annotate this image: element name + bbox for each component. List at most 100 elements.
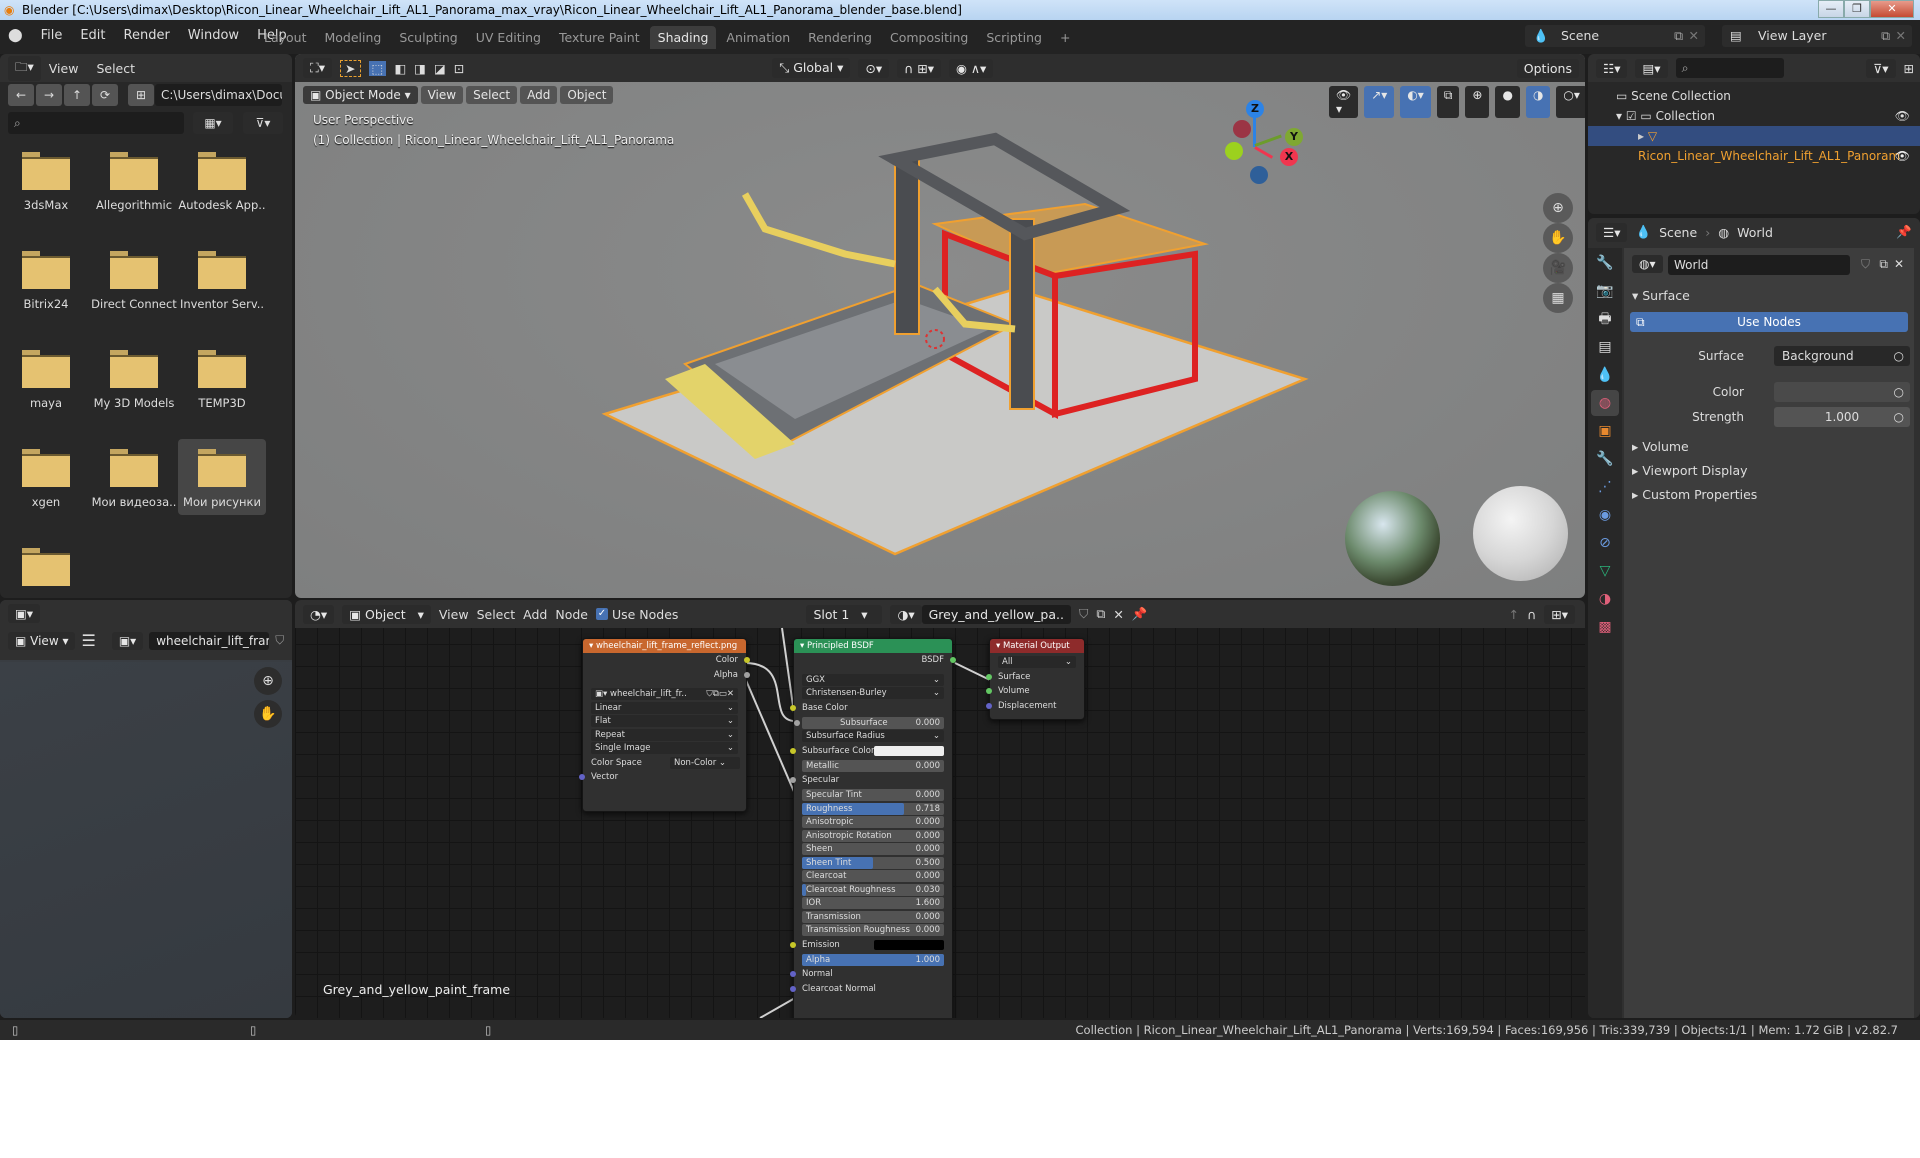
socket-color[interactable] — [744, 657, 750, 663]
tab-view-layer-icon[interactable]: ▤ — [1591, 334, 1619, 360]
folder-item[interactable]: 3dsMax — [2, 142, 90, 218]
tab-tool-icon[interactable]: 🔧 — [1591, 250, 1619, 276]
select-extend-icon[interactable]: ◧ — [394, 61, 406, 76]
outliner-filter-icon[interactable]: ⊽▾ — [1866, 58, 1896, 78]
subsurface-slider[interactable]: Subsurface 0.000 — [794, 716, 944, 729]
tab-texture-icon[interactable]: ▩ — [1591, 614, 1619, 640]
ie-view-menu[interactable]: ▣ View ▾ — [8, 631, 76, 650]
output-node-header[interactable]: ▾ Material Output — [990, 639, 1084, 653]
visibility-eye-icon[interactable]: 👁 — [1895, 146, 1910, 166]
principled-bsdf-node[interactable]: ▾ Principled BSDF BSDF GGX ⌄ Christensen-… — [790, 638, 956, 1018]
pin-icon[interactable]: 📌 — [1896, 224, 1912, 240]
specular-tint-slider[interactable]: Specular Tint 0.000 — [802, 789, 944, 801]
tab-constraints-icon[interactable]: ⊘ — [1591, 530, 1619, 556]
bsdf-node-header[interactable]: ▾ Principled BSDF — [794, 639, 952, 653]
view-layer-selector[interactable]: ▤ View Layer ⧉ ✕ — [1722, 25, 1912, 47]
vp-menu-select[interactable]: Select — [466, 86, 518, 104]
volume-panel-header[interactable]: ▸ Volume — [1624, 435, 1914, 459]
outliner-collection[interactable]: ▾ ☑ ▭ Collection 👁 — [1588, 106, 1920, 126]
new-view-layer-icon[interactable]: ⧉ — [1881, 25, 1890, 47]
tab-scripting[interactable]: Scripting — [978, 26, 1050, 49]
tab-compositing[interactable]: Compositing — [882, 26, 976, 49]
editor-type-outliner-icon[interactable]: ☷▾ — [1596, 58, 1628, 78]
orientation-dropdown[interactable]: ⤡ Global ▾ — [772, 58, 851, 78]
select-box-mode-icon[interactable]: ⬚ — [368, 60, 387, 76]
scene-selector[interactable]: 💧 Scene ⧉ ✕ — [1525, 25, 1705, 47]
expand-arrow-icon[interactable]: ▸ — [1638, 129, 1648, 143]
menu-file[interactable]: File — [41, 28, 63, 43]
fb-search-input[interactable]: ⌕ — [8, 112, 184, 134]
tab-sculpting[interactable]: Sculpting — [391, 26, 465, 49]
xray-toggle-icon[interactable]: ⧉ — [1436, 86, 1460, 118]
tab-modifiers-icon[interactable]: 🔧 — [1591, 446, 1619, 472]
pan-view-icon[interactable]: ✋ — [1543, 223, 1573, 253]
image-node-header[interactable]: ▾ wheelchair_lift_frame_reflect.png — [583, 639, 746, 653]
socket-subsurface-color[interactable] — [790, 747, 796, 754]
gizmo-y-axis[interactable]: Y — [1285, 128, 1303, 146]
delete-scene-icon[interactable]: ✕ — [1689, 25, 1699, 47]
hamburger-menu-icon[interactable]: ☰ — [81, 631, 95, 650]
fb-path-field[interactable]: C:\Users\dimax\Docu.. — [155, 84, 282, 106]
sheen-slider[interactable]: Sheen 0.000 — [802, 843, 944, 855]
socket-alpha[interactable] — [744, 671, 750, 678]
tab-rendering[interactable]: Rendering — [800, 26, 880, 49]
image-selector[interactable]: ▣▾ wheelchair_lift_fr.. ⛉⧉▭✕ — [591, 688, 738, 700]
surface-shader-dropdown[interactable]: Background ○ — [1774, 346, 1910, 366]
editor-type-properties-icon[interactable]: ☰▾ — [1596, 222, 1628, 242]
anisotropic-slider[interactable]: Anisotropic 0.000 — [802, 816, 944, 828]
gizmo-neg-z[interactable] — [1250, 166, 1268, 184]
outliner-search-input[interactable]: ⌕ — [1675, 58, 1784, 78]
minimize-button[interactable]: — — [1818, 0, 1844, 18]
anisotropic-rotation-slider[interactable]: Anisotropic Rotation 0.000 — [802, 829, 944, 842]
fb-menu-select[interactable]: Select — [96, 61, 135, 76]
pan-hand-icon[interactable]: ✋ — [254, 700, 282, 728]
zoom-view-icon[interactable]: ⊕ — [1543, 193, 1573, 223]
folder-item[interactable]: maya — [2, 340, 90, 416]
forward-icon[interactable]: → — [36, 84, 62, 106]
extension-dropdown[interactable]: Repeat ⌄ — [591, 728, 738, 741]
close-button[interactable]: ✕ — [1870, 0, 1914, 18]
socket-clearcoat-normal[interactable] — [790, 985, 796, 992]
world-browse-icon[interactable]: ◍▾ — [1632, 255, 1663, 273]
output-target-dropdown[interactable]: All ⌄ — [998, 656, 1076, 668]
sheen-tint-slider[interactable]: Sheen Tint 0.500 — [802, 856, 944, 869]
emission-color-swatch[interactable] — [874, 939, 944, 950]
folder-item[interactable]: Inventor Serv.. — [178, 241, 266, 317]
gizmo-neg-y[interactable] — [1225, 142, 1243, 160]
unlink-world-icon[interactable]: ✕ — [1894, 257, 1904, 271]
fake-user-shield-icon[interactable]: ⛉ — [1861, 257, 1870, 272]
3d-viewport[interactable]: ⛶▾ ➤ ⬚ ◧ ◨ ◪ ⊡ ⤡ Global ▾ ⊙▾ ∩ ⊞▾ ◉ ∧▾ O… — [295, 54, 1585, 598]
tab-scene-icon[interactable]: 💧 — [1591, 362, 1619, 388]
source-dropdown[interactable]: Single Image ⌄ — [591, 742, 738, 754]
shader-node-editor[interactable]: ◔▾ ▣ Object ▾ View Select Add Node ✓ Use… — [295, 600, 1585, 1018]
socket-vector[interactable] — [579, 774, 585, 780]
expand-arrow-icon[interactable]: ▾ — [1616, 109, 1626, 123]
editor-type-file-browser-icon[interactable]: 🗀▾ — [8, 55, 41, 81]
gizmo-neg-x[interactable] — [1233, 120, 1251, 138]
vp-menu-view[interactable]: View — [420, 86, 464, 104]
material-preview-shading-icon[interactable]: ◑ — [1525, 86, 1551, 118]
distribution-dropdown[interactable]: GGX ⌄ — [802, 673, 944, 686]
socket-surface[interactable] — [986, 673, 992, 680]
menu-edit[interactable]: Edit — [80, 28, 105, 43]
new-scene-icon[interactable]: ⧉ — [1674, 25, 1683, 47]
breadcrumb-scene[interactable]: Scene — [1659, 225, 1697, 240]
image-browse-icon[interactable]: ▣▾ — [111, 631, 144, 650]
metallic-slider[interactable]: Metallic 0.000 — [802, 759, 944, 772]
world-name-field[interactable]: World — [1668, 255, 1850, 275]
strength-field[interactable]: 1.000 ○ — [1774, 407, 1910, 427]
options-dropdown[interactable]: Options — [1516, 58, 1579, 78]
fake-user-shield-icon[interactable]: ⛉ — [275, 633, 284, 648]
overlay-toggle-icon[interactable]: ◐▾ — [1400, 86, 1431, 118]
include-checkbox[interactable]: ☑ — [1626, 109, 1641, 123]
back-icon[interactable]: ← — [8, 84, 34, 106]
transmission-roughness-slider[interactable]: Transmission Roughness 0.000 — [802, 924, 944, 936]
mode-dropdown[interactable]: ▣ Object Mode ▾ — [303, 86, 418, 104]
socket-specular[interactable] — [790, 777, 796, 783]
editor-type-image-icon[interactable]: ▣▾ — [8, 604, 41, 623]
interpolation-dropdown[interactable]: Linear ⌄ — [591, 701, 738, 714]
projection-dropdown[interactable]: Flat ⌄ — [591, 715, 738, 727]
subsurface-radius-dropdown[interactable]: Subsurface Radius ⌄ — [802, 730, 944, 742]
gizmo-z-axis[interactable]: Z — [1246, 100, 1264, 118]
folder-item[interactable]: Autodesk App.. — [178, 142, 266, 218]
